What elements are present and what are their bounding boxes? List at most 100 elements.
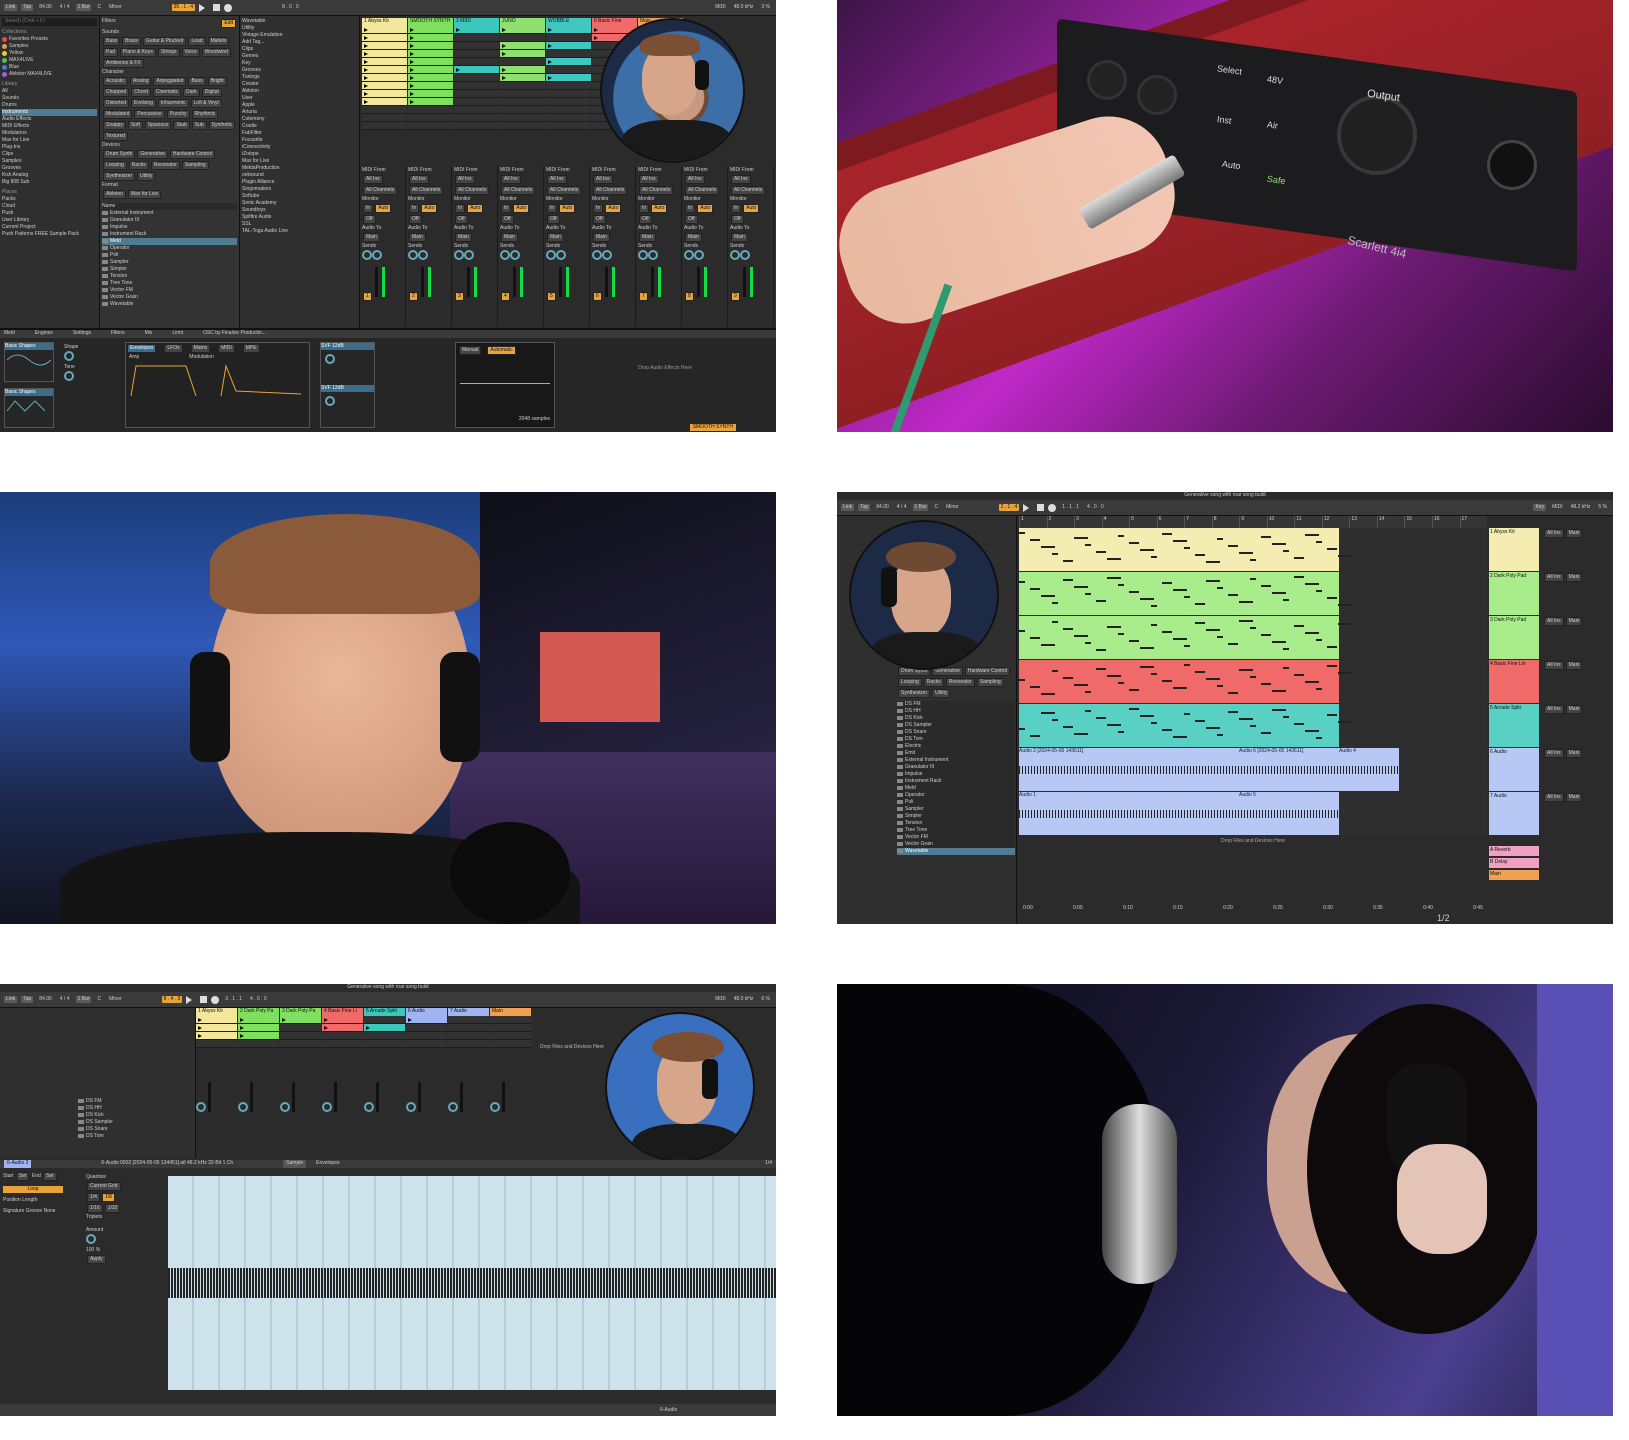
scale-menu[interactable]: Minor — [107, 4, 124, 11]
filter-tag[interactable]: Brass — [122, 37, 141, 46]
volume-fader[interactable] — [558, 267, 562, 297]
tag-item[interactable]: Key — [242, 60, 357, 67]
link-button[interactable]: Link — [4, 4, 18, 11]
clip-slot[interactable] — [196, 1024, 237, 1032]
play-icon[interactable] — [199, 3, 209, 12]
places-item[interactable]: Packs — [2, 196, 97, 203]
tag-item[interactable]: Arturia — [242, 109, 357, 116]
filter-tag[interactable]: Spacious — [144, 121, 172, 130]
track-lane[interactable] — [1019, 528, 1487, 571]
tag-item[interactable]: Max for Live — [242, 158, 357, 165]
send-knob[interactable] — [500, 250, 510, 260]
send-knob[interactable] — [196, 1102, 206, 1112]
limit-toggle[interactable]: Limit — [172, 330, 183, 338]
filter-tag[interactable]: Synthetic — [208, 121, 236, 130]
track-header[interactable]: 6 Basic Fine — [592, 18, 637, 26]
filter-2-type[interactable]: SVF 12dB — [321, 385, 374, 392]
filter-tag[interactable]: Soft — [127, 121, 143, 130]
clip-slot[interactable] — [546, 122, 591, 130]
send-knob[interactable] — [448, 1102, 458, 1112]
grid-eighth[interactable]: 1/8 — [101, 1193, 115, 1202]
output-select[interactable]: Main — [409, 233, 426, 242]
filter-tag[interactable]: Strings — [157, 48, 180, 57]
send-knob[interactable] — [322, 1102, 332, 1112]
browser-search[interactable]: Search (Cmd + F) — [2, 18, 97, 26]
clip-slot[interactable] — [362, 90, 407, 98]
clip-slot[interactable] — [406, 1040, 447, 1048]
monitor-in[interactable]: In — [455, 204, 466, 213]
record-icon[interactable] — [1048, 503, 1057, 512]
manual-button[interactable]: Manual — [459, 346, 482, 355]
browser-result[interactable]: DS Snare — [897, 729, 1015, 736]
channel-select[interactable]: All Channels — [685, 186, 720, 195]
clip-slot[interactable] — [490, 1040, 531, 1048]
monitor-auto[interactable]: Auto — [467, 204, 484, 213]
triplets-toggle[interactable]: Triplets — [86, 1214, 162, 1221]
browser-result[interactable]: Impulse — [897, 771, 1015, 778]
clip-slot[interactable] — [546, 34, 591, 42]
browser-result[interactable]: DS Kick — [78, 1112, 194, 1119]
volume-fader[interactable] — [696, 267, 700, 297]
library-item[interactable]: Grooves — [2, 165, 97, 172]
library-item[interactable]: All — [2, 88, 97, 95]
filter-tag[interactable]: Guitar & Plucked — [142, 37, 187, 46]
output-select[interactable]: Main — [1565, 705, 1583, 714]
monitor-in[interactable]: In — [731, 204, 742, 213]
stop-icon[interactable] — [1037, 504, 1045, 511]
clip-slot[interactable] — [364, 1040, 405, 1048]
filter-tag[interactable]: Arpeggiated — [153, 77, 187, 86]
clip-slot[interactable] — [406, 1032, 447, 1040]
filter-tag[interactable]: Utility — [137, 172, 156, 181]
filter-tag[interactable]: Bright — [207, 77, 227, 86]
clip-name[interactable]: 6-Audio 2 — [4, 1160, 32, 1168]
cutoff-knob[interactable] — [325, 396, 335, 406]
link-button[interactable]: Link — [841, 504, 855, 511]
quantize-menu[interactable]: 1 Bar — [75, 4, 92, 11]
filter-tag[interactable]: Synthesizer — [103, 172, 136, 181]
clip-slot[interactable] — [546, 66, 591, 74]
send-knob[interactable] — [510, 250, 520, 260]
filter-tag[interactable]: Percussive — [134, 110, 165, 119]
track-header[interactable]: 7 Audio — [448, 1008, 489, 1016]
filter-tag[interactable]: Hardware Control — [964, 667, 1011, 676]
clip-slot[interactable] — [500, 98, 545, 106]
tag-item[interactable]: Spitfire Audio — [242, 214, 357, 221]
send-knob[interactable] — [408, 250, 418, 260]
send-knob[interactable] — [418, 250, 428, 260]
shape-knob[interactable] — [64, 351, 74, 361]
library-item[interactable]: Big 808 Sub — [2, 179, 97, 186]
filter-tag[interactable]: Acoustic — [103, 77, 128, 86]
monitor-auto[interactable]: Auto — [513, 204, 530, 213]
filter-tag[interactable]: Sub — [191, 121, 207, 130]
clip-slot[interactable] — [546, 26, 591, 34]
tag-item[interactable]: Genres — [242, 53, 357, 60]
volume-fader[interactable] — [250, 1082, 253, 1112]
clip-slot[interactable] — [362, 106, 407, 114]
clip-slot[interactable] — [454, 50, 499, 58]
track-header[interactable]: Main — [490, 1008, 531, 1016]
track-number-button[interactable]: 1 — [363, 292, 372, 301]
tag-item[interactable]: Focusrite — [242, 137, 357, 144]
track-lane[interactable] — [1019, 660, 1487, 703]
arrangement-clip[interactable] — [1019, 792, 1339, 835]
clip-slot[interactable] — [196, 1032, 237, 1040]
channel-select[interactable]: All Channels — [455, 186, 490, 195]
play-icon[interactable] — [1023, 503, 1033, 512]
clip-slot[interactable] — [406, 1016, 447, 1024]
monitor-off[interactable]: Off — [363, 215, 376, 224]
browser-result[interactable]: Tree Tone — [102, 280, 237, 287]
monitor-auto[interactable]: Auto — [697, 204, 714, 213]
clip-slot[interactable] — [500, 58, 545, 66]
tag-item[interactable]: Vintage Emulation — [242, 32, 357, 39]
output-select[interactable]: Main — [547, 233, 564, 242]
output-select[interactable]: Main — [639, 233, 656, 242]
browser-result[interactable]: DS Tom — [78, 1133, 194, 1140]
tag-item[interactable]: Utility — [242, 25, 357, 32]
browser-result[interactable]: Tree Tone — [897, 827, 1015, 834]
input-select[interactable]: All Ins — [455, 175, 475, 184]
track-header[interactable]: 2 Dark Poly Pa — [238, 1008, 279, 1016]
input-select[interactable]: All Ins — [593, 175, 613, 184]
library-item[interactable]: Instruments — [2, 109, 97, 116]
filter-tag[interactable]: Hardware Control — [169, 150, 216, 159]
output-select[interactable]: Main — [1565, 793, 1583, 802]
